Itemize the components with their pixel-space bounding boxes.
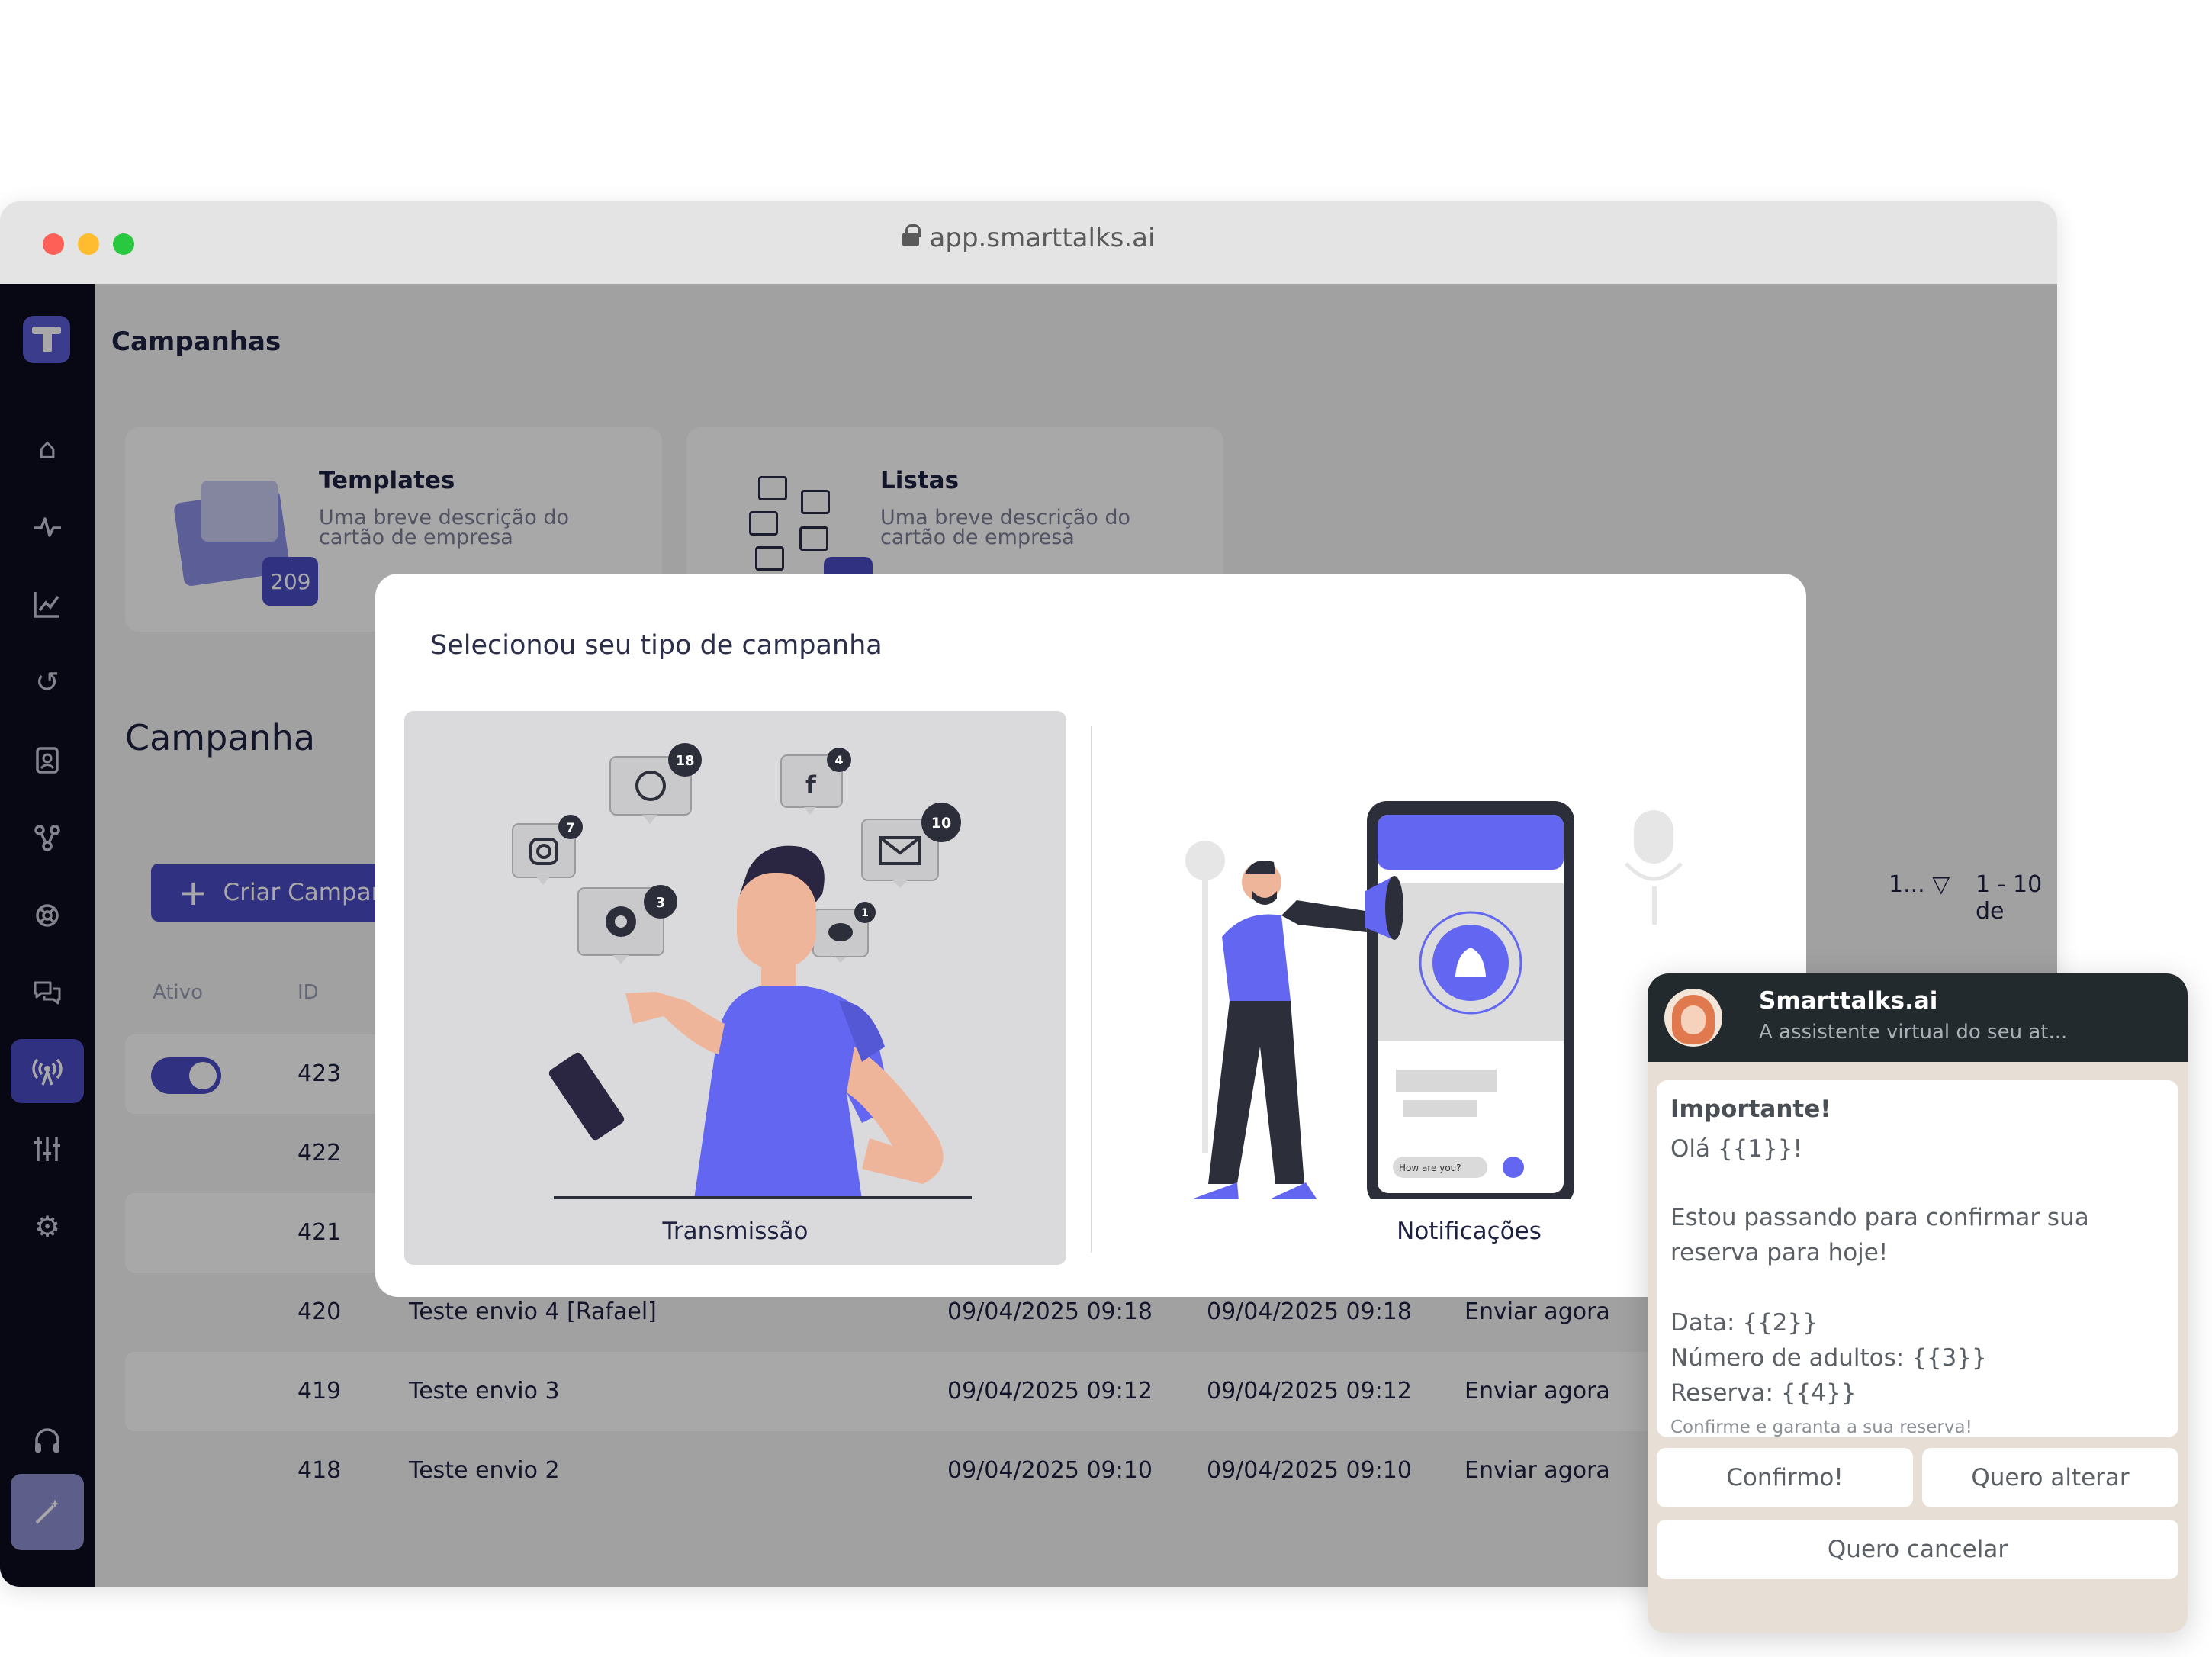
lock-icon (902, 224, 921, 246)
chat-contact-subtitle: A assistente virtual do seu at... (1759, 1021, 2068, 1044)
message-line: Estou passando para confirmar sua (1670, 1204, 2089, 1231)
message-title: Importante! (1670, 1096, 1831, 1123)
message-date: Data: {{2}} (1670, 1309, 1818, 1337)
option-label: Transmissão (662, 1218, 809, 1245)
svg-text:How are you?: How are you? (1399, 1163, 1461, 1173)
campaign-type-modal: Selecionou seu tipo de campanha f 18 4 7… (375, 574, 1806, 1297)
address-bar[interactable]: app.smarttalks.ai (0, 223, 2057, 253)
svg-text:3: 3 (656, 895, 666, 911)
options-divider (1091, 726, 1092, 1253)
svg-text:f: f (805, 771, 817, 800)
svg-text:1: 1 (861, 907, 869, 919)
svg-text:10: 10 (931, 815, 951, 832)
message-line: reserva para hoje! (1670, 1239, 1889, 1266)
change-button[interactable]: Quero alterar (1922, 1448, 2178, 1507)
modal-title: Selecionou seu tipo de campanha (430, 630, 883, 661)
message-footer: Confirme e garanta a sua reserva! (1670, 1417, 1972, 1437)
chat-header: Smarttalks.ai A assistente virtual do se… (1648, 973, 2188, 1062)
message-reservation: Reserva: {{4}} (1670, 1379, 1857, 1407)
url-text: app.smarttalks.ai (929, 223, 1156, 253)
option-transmissao[interactable]: f 18 4 7 10 3 1 Transmissão (404, 711, 1066, 1265)
svg-text:7: 7 (566, 820, 574, 835)
browser-titlebar: app.smarttalks.ai (0, 201, 2057, 284)
svg-text:4: 4 (834, 753, 843, 767)
svg-text:18: 18 (675, 753, 694, 769)
message-greeting: Olá {{1}}! (1670, 1135, 1802, 1163)
chat-widget: Smarttalks.ai A assistente virtual do se… (1648, 973, 2188, 1633)
cancel-button[interactable]: Quero cancelar (1657, 1520, 2178, 1579)
chat-contact-name: Smarttalks.ai (1759, 987, 1938, 1015)
broadcast-illustration: f 18 4 7 10 3 1 (512, 743, 972, 1199)
avatar (1664, 989, 1722, 1047)
message-adults: Número de adultos: {{3}} (1670, 1344, 1987, 1372)
message-bubble: Importante! Olá {{1}}! Estou passando pa… (1657, 1080, 2178, 1437)
confirm-button[interactable]: Confirmo! (1657, 1448, 1913, 1507)
